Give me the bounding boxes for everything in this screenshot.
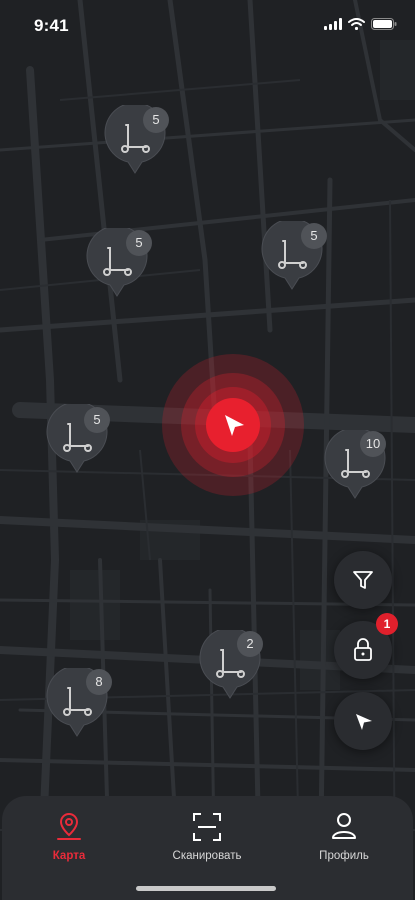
tab-scan-label: Сканировать — [172, 850, 242, 862]
signal-icon — [324, 18, 342, 30]
scooter-cluster-pin[interactable]: 5 — [104, 105, 169, 175]
status-bar: 9:41 — [0, 0, 415, 50]
scooter-cluster-pin[interactable]: 5 — [261, 221, 327, 291]
tab-map-label: Карта — [52, 850, 86, 862]
lock-badge: 1 — [376, 613, 398, 635]
status-time: 9:41 — [34, 16, 69, 35]
scooter-cluster-pin[interactable]: 5 — [86, 228, 152, 298]
scooter-count-badge: 5 — [301, 223, 327, 249]
tab-bar: Карта Сканировать Профиль — [2, 796, 413, 900]
lock-button[interactable]: 1 — [334, 613, 398, 679]
user-location-marker — [162, 354, 304, 496]
scooter-count-badge: 8 — [86, 669, 112, 695]
scooter-cluster-pin[interactable]: 10 — [324, 430, 386, 500]
filter-icon — [353, 571, 373, 589]
scooter-cluster-pin[interactable]: 8 — [46, 668, 112, 738]
scooter-count-badge: 10 — [360, 431, 386, 457]
tab-map[interactable]: Карта — [14, 810, 124, 870]
wifi-icon — [348, 18, 365, 30]
navigation-arrow-icon — [356, 714, 372, 730]
locate-me-button[interactable] — [334, 692, 392, 750]
scooter-count-badge: 5 — [143, 107, 169, 133]
profile-icon — [332, 813, 356, 839]
battery-icon — [371, 18, 397, 30]
status-icons — [324, 18, 397, 30]
scooter-count-badge: 2 — [237, 631, 263, 657]
tab-profile[interactable]: Профиль — [289, 810, 399, 870]
filter-button[interactable] — [334, 551, 392, 609]
scooter-cluster-pin[interactable]: 5 — [46, 404, 110, 474]
scooter-count-badge: 5 — [84, 407, 110, 433]
scan-icon — [193, 813, 221, 841]
scooter-cluster-pin[interactable]: 2 — [199, 630, 263, 700]
tab-profile-label: Профиль — [319, 850, 369, 862]
map-pin-icon — [57, 812, 81, 840]
scooter-count-badge: 5 — [126, 230, 152, 256]
tab-scan[interactable]: Сканировать — [152, 810, 262, 870]
home-indicator — [136, 886, 276, 891]
lock-icon — [354, 638, 372, 661]
